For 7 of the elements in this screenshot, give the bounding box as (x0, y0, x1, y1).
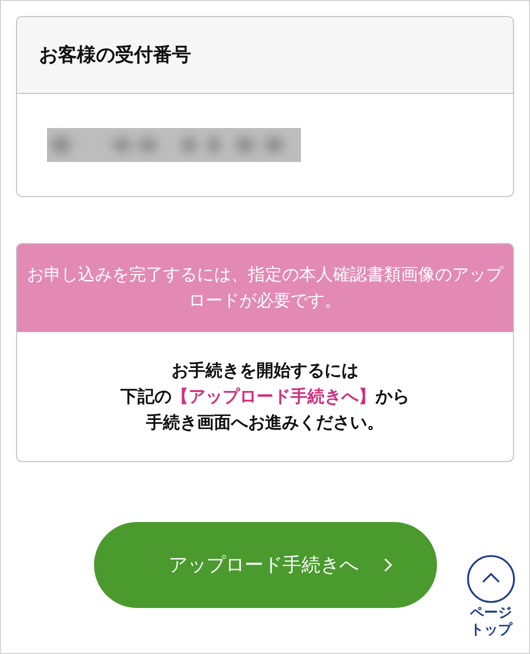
card-title: お客様の受付番号 (39, 42, 191, 68)
upload-button[interactable]: アップロード手続きへ (94, 522, 437, 608)
page-top-link[interactable]: ページトップ (466, 554, 516, 639)
up-arrow-circle-icon (466, 554, 516, 604)
instruction-text: お手続きを開始するには 下記の【アップロード手続きへ】から 手続き画面へお進みください。 (120, 360, 410, 434)
notice-banner-text: お申し込みを完了するには、指定の本人確認書類画像のアップロードが必要です。 (27, 264, 503, 313)
chevron-right-icon (382, 557, 392, 573)
